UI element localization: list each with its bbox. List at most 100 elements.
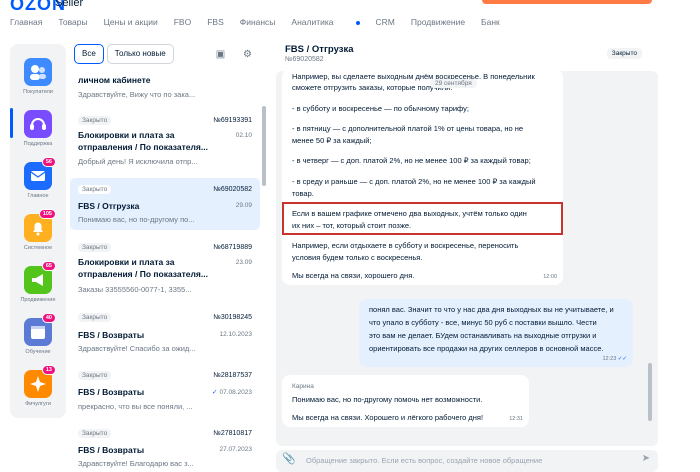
message-line: - в субботу и воскресенье — по обычному … — [292, 104, 469, 113]
rail-label-buyers: Покупатели — [23, 89, 53, 95]
list-item-preview: Здравствуйте! Благодарю вас з... — [78, 459, 194, 468]
list-item-preview: Заказы 33555560-0077-1, 3355... — [78, 285, 192, 294]
rail-label-system: Системное — [23, 245, 53, 251]
sparkle-icon: 13 — [24, 365, 56, 398]
list-item-selected[interactable]: Закрыто №69020582 FBS / Отгрузка 29.09 П… — [70, 178, 260, 230]
users-icon — [24, 58, 52, 86]
nav-fbs[interactable]: FBS — [207, 17, 224, 31]
message-sender: Карина — [292, 383, 314, 390]
message-line: Например, если отдыхаете в субботу и вос… — [292, 241, 519, 250]
rail-badge-system: 105 — [38, 209, 56, 219]
chat-status-badge: Закрыто — [606, 48, 642, 59]
filter-new-button[interactable]: Только новые — [106, 44, 174, 64]
main-nav: Главная Товары Цены и акции FBO FBS Фина… — [10, 17, 516, 31]
list-item-preview: Здравствуйте! Спасибо за ожид... — [78, 344, 196, 353]
message-time: 12:00 — [543, 274, 557, 280]
nav-prices[interactable]: Цены и акции — [104, 17, 158, 31]
list-item[interactable]: Закрыто №68719889 Блокировки и плата за … — [70, 238, 260, 300]
message-time: 12:23 ✓✓ — [602, 356, 627, 362]
message-thread: Например, вы сделаете выходным днём воск… — [276, 71, 658, 446]
message-line: - в среду и раньше — с доп. платой 2%, н… — [292, 177, 536, 186]
rail-item-buyers[interactable]: Покупатели — [10, 58, 66, 95]
rail-item-learning[interactable]: 40 Обучение — [10, 313, 66, 355]
nav-home[interactable]: Главная — [10, 17, 42, 31]
message-line: что упало в субботу - все, минус 50 руб … — [369, 318, 597, 327]
nav-analytics[interactable]: Аналитика — [291, 17, 360, 31]
nav-crm[interactable]: CRM — [376, 17, 395, 31]
nav-finance[interactable]: Финансы — [240, 17, 276, 31]
rail-item-support[interactable]: Поддержка — [10, 110, 66, 147]
date-chip: 29 сентября — [430, 79, 477, 88]
input-placeholder: Обращение закрыто. Если есть вопрос, соз… — [306, 456, 543, 465]
list-item[interactable]: Закрыто №30198245 FBS / Возвраты 12.10.2… — [70, 308, 260, 358]
message-bubble-incoming: Например, вы сделаете выходным днём воск… — [282, 71, 563, 285]
paperclip-icon[interactable]: 📎 — [282, 452, 296, 465]
list-item[interactable]: Закрыто №28187537 FBS / Возвраты ✓ 07.08.… — [70, 366, 260, 416]
list-item-date: 12.10.2023 — [219, 331, 252, 338]
headset-icon — [24, 110, 52, 138]
send-icon[interactable]: ➤ — [642, 453, 650, 464]
nav-promotion[interactable]: Продвижение — [411, 17, 465, 31]
nav-products[interactable]: Товары — [58, 17, 87, 31]
rail-badge-promotion: 65 — [41, 261, 56, 271]
rail-label-learning: Обучение — [25, 349, 51, 355]
list-item-preview: Понимаю вас, но по-другому по... — [78, 215, 195, 224]
new-dot-icon — [355, 20, 360, 25]
message-line: Понимаю вас, но по-другому помочь нет во… — [292, 395, 483, 404]
top-bar: OZON Seller Главная Товары Цены и акции … — [0, 0, 700, 38]
rail-badge-learning: 40 — [41, 313, 56, 323]
gear-icon[interactable]: ⚙ — [242, 49, 253, 60]
megaphone-icon: 65 — [24, 261, 56, 294]
ticket-number: №69020582 — [213, 186, 252, 193]
message-line: - в четверг — с доп. платой 2%, но не ме… — [292, 156, 531, 165]
filter-all-button[interactable]: Все — [74, 44, 104, 64]
top-promo-banner[interactable] — [482, 0, 652, 4]
chat-panel: FBS / Отгрузка №69020582 Закрыто Наприме… — [276, 38, 658, 472]
chat-scrollbar[interactable] — [648, 363, 652, 421]
list-scrollbar[interactable] — [262, 106, 266, 186]
list-item[interactable]: личном кабинете Здравствуйте, Вижу что п… — [70, 72, 260, 100]
ticket-number: №68719889 — [213, 244, 252, 251]
list-item-preview: прекрасно, что вы все поняли, ... — [78, 402, 193, 411]
status-badge: Закрыто — [78, 429, 112, 438]
nav-fbo[interactable]: FBO — [174, 17, 191, 31]
message-line: условия будем только с воскресенья. — [292, 253, 423, 262]
message-time: 12:31 — [509, 416, 523, 422]
ticket-number: №28187537 — [213, 372, 252, 379]
list-item[interactable]: Закрыто №27810817 FBS / Возвраты 27.07.2… — [70, 424, 260, 469]
rail-badge-main: 56 — [41, 157, 56, 167]
message-line: это вам не делает. БУдем останавливать н… — [369, 331, 597, 340]
list-item-title: FBS / Возвраты — [78, 387, 145, 397]
bell-icon: 105 — [24, 209, 56, 242]
message-line: - в пятницу — с дополнительной платой 1%… — [292, 124, 524, 133]
list-item-date: 23.09 — [235, 259, 252, 266]
category-rail: Покупатели Поддержка 56 Главное 105 Сист… — [10, 44, 66, 418]
message-bubble-incoming: Карина Понимаю вас, но по-другому помочь… — [282, 375, 529, 427]
rail-item-features[interactable]: 13 Фичулгуги — [10, 365, 66, 407]
rail-item-promotion[interactable]: 65 Продвижение — [10, 261, 66, 303]
message-line: менее 50 ₽ за каждый; — [292, 136, 372, 145]
list-filters: Все Только новые — [74, 44, 177, 64]
nav-bank[interactable]: Банк — [481, 17, 500, 31]
rail-label-main: Главное — [27, 193, 49, 199]
list-item[interactable]: Закрыто №69193391 Блокировки и плата за … — [70, 110, 260, 172]
list-item-date: 29.09 — [235, 202, 252, 209]
mail-icon: 56 — [24, 157, 56, 190]
rail-item-main[interactable]: 56 Главное — [10, 157, 66, 199]
message-line: понял вас. Значит то что у нас два дня в… — [369, 305, 614, 314]
message-line: Мы всегда на связи. Хорошего и лёгкого р… — [292, 413, 484, 422]
list-item-title: FBS / Отгрузка — [78, 201, 140, 211]
list-item-title: FBS / Возвраты — [78, 330, 145, 340]
calendar-icon: 40 — [24, 313, 56, 346]
list-item-date: ✓ 07.08.2023 — [212, 388, 252, 396]
list-item-preview: Добрый день! Я исключила отпр... — [78, 157, 198, 166]
message-line: ориентировать все продажи на других селл… — [369, 344, 604, 353]
list-item-date-text: 07.08.2023 — [219, 389, 252, 396]
ticket-number: №27810817 — [213, 430, 252, 437]
ticket-number: №69193391 — [213, 117, 252, 124]
rail-item-system[interactable]: 105 Системное — [10, 209, 66, 251]
chat-bubble-icon[interactable]: ▣ — [215, 49, 226, 60]
status-badge: Закрыто — [78, 185, 112, 194]
chat-title: FBS / Отгрузка — [285, 44, 354, 55]
message-line: Например, вы сделаете выходным днём воск… — [292, 72, 535, 81]
